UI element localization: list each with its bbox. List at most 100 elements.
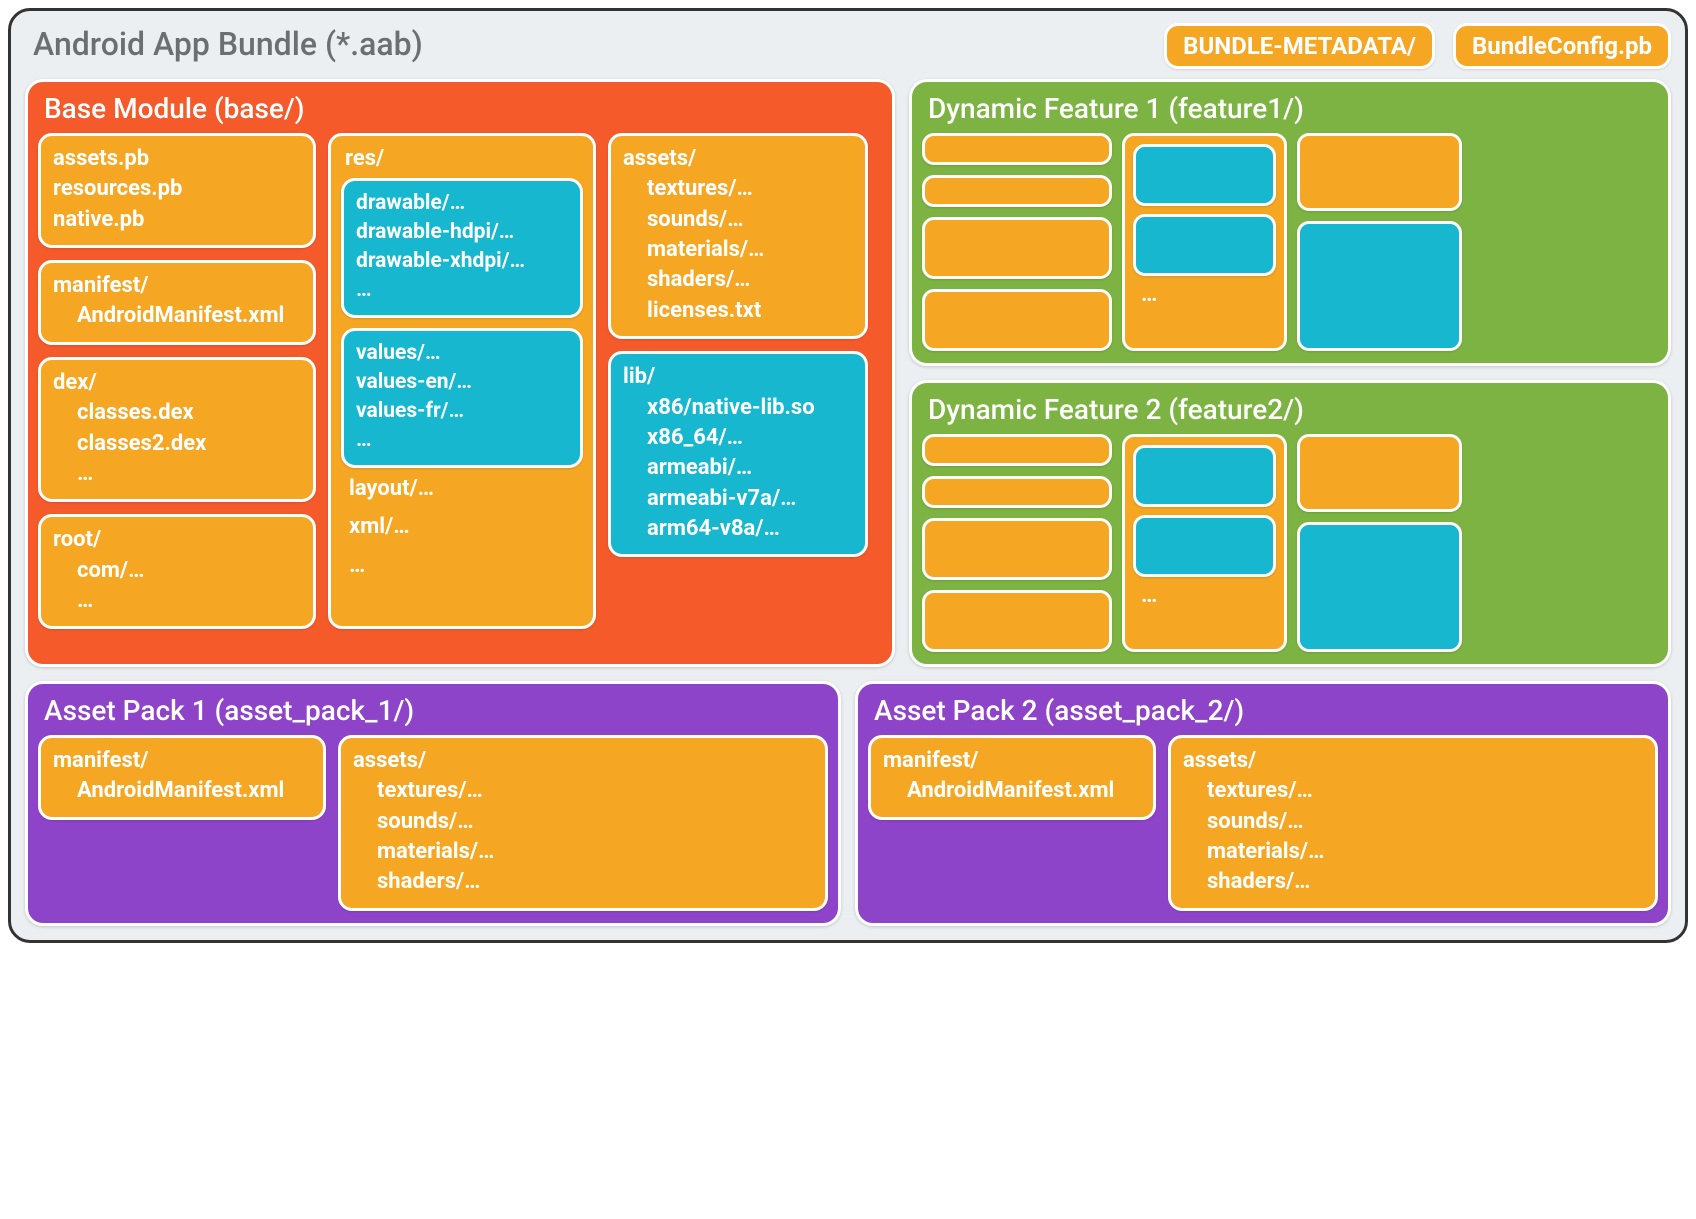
file-label: … (356, 276, 568, 305)
ap-manifest-block: manifest/ AndroidManifest.xml (868, 735, 1156, 820)
mini-block (1133, 445, 1276, 507)
manifest-block: manifest/ AndroidManifest.xml (38, 260, 316, 345)
dir-label: root/ (53, 525, 301, 555)
lib-block: lib/ x86/native-lib.so x86_64/… armeabi/… (608, 351, 868, 557)
header-row: Android App Bundle (*.aab) BUNDLE-METADA… (25, 23, 1671, 69)
dir-label: assets/ (353, 746, 813, 776)
file-label: shaders/… (1183, 867, 1643, 897)
file-label: x86/native-lib.so (623, 393, 853, 423)
dex-block: dex/ classes.dex classes2.dex … (38, 357, 316, 502)
base-module: Base Module (base/) assets.pb resources.… (25, 79, 895, 667)
mini-block (1297, 133, 1462, 211)
file-label: sounds/… (353, 807, 813, 837)
file-label: textures/… (1183, 776, 1643, 806)
container-title: Android App Bundle (*.aab) (25, 23, 1146, 63)
more-label: … (341, 545, 583, 583)
values-block: values/… values-en/… values-fr/… … (341, 328, 583, 468)
base-module-title: Base Module (base/) (38, 90, 882, 133)
file-label: arm64-v8a/… (623, 514, 853, 544)
pb-files-block: assets.pb resources.pb native.pb (38, 133, 316, 248)
asset-pack-2: Asset Pack 2 (asset_pack_2/) manifest/ A… (855, 681, 1671, 926)
feature-stack: Dynamic Feature 1 (feature1/) … (909, 79, 1671, 667)
mini-block (922, 434, 1112, 466)
file-label: drawable-xhdpi/… (356, 247, 568, 276)
file-label: materials/… (353, 837, 813, 867)
dir-label: manifest/ (53, 271, 301, 301)
layout-label: layout/… (341, 468, 583, 506)
xml-label: xml/… (341, 506, 583, 544)
main-row: Base Module (base/) assets.pb resources.… (25, 79, 1671, 667)
feature-title: Dynamic Feature 2 (feature2/) (922, 391, 1658, 434)
mini-block (922, 518, 1112, 580)
file-label: … (53, 459, 301, 489)
file-label: drawable-hdpi/… (356, 218, 568, 247)
mini-block (922, 217, 1112, 279)
file-label: drawable/… (356, 189, 568, 218)
file-label: shaders/… (353, 867, 813, 897)
asset-pack-title: Asset Pack 1 (asset_pack_1/) (38, 692, 828, 735)
dir-label: manifest/ (883, 746, 1141, 776)
file-label: materials/… (1183, 837, 1643, 867)
mini-res-block: … (1122, 133, 1287, 351)
asset-packs-row: Asset Pack 1 (asset_pack_1/) manifest/ A… (25, 681, 1671, 926)
file-label: textures/… (353, 776, 813, 806)
pb-file: native.pb (53, 205, 301, 235)
mini-block (922, 133, 1112, 165)
file-label: values/… (356, 339, 568, 368)
asset-pack-1: Asset Pack 1 (asset_pack_1/) manifest/ A… (25, 681, 841, 926)
file-label: armeabi/… (623, 453, 853, 483)
file-label: licenses.txt (623, 296, 853, 326)
file-label: shaders/… (623, 265, 853, 295)
mini-block (1133, 515, 1276, 577)
file-label: armeabi-v7a/… (623, 484, 853, 514)
file-label: AndroidManifest.xml (883, 776, 1141, 806)
mini-res-block: … (1122, 434, 1287, 652)
file-label: classes2.dex (53, 429, 301, 459)
asset-pack-title: Asset Pack 2 (asset_pack_2/) (868, 692, 1658, 735)
file-label: x86_64/… (623, 423, 853, 453)
file-label: classes.dex (53, 398, 301, 428)
mini-block (1297, 434, 1462, 512)
dir-label: res/ (341, 144, 583, 178)
dynamic-feature-1: Dynamic Feature 1 (feature1/) … (909, 79, 1671, 366)
ellipsis: … (1133, 585, 1276, 607)
file-label: AndroidManifest.xml (53, 301, 301, 331)
file-label: values-fr/… (356, 397, 568, 426)
mini-block (922, 175, 1112, 207)
bundle-metadata-pill: BUNDLE-METADATA/ (1164, 23, 1435, 69)
file-label: materials/… (623, 235, 853, 265)
drawable-block: drawable/… drawable-hdpi/… drawable-xhdp… (341, 178, 583, 318)
ap-assets-block: assets/ textures/… sounds/… materials/… … (1168, 735, 1658, 911)
ap-assets-block: assets/ textures/… sounds/… materials/… … (338, 735, 828, 911)
file-label: sounds/… (1183, 807, 1643, 837)
file-label: textures/… (623, 174, 853, 204)
assets-block: assets/ textures/… sounds/… materials/… … (608, 133, 868, 339)
root-block: root/ com/… … (38, 514, 316, 629)
file-label: sounds/… (623, 205, 853, 235)
pb-file: resources.pb (53, 174, 301, 204)
file-label: com/… (53, 556, 301, 586)
mini-block (1297, 522, 1462, 652)
feature-title: Dynamic Feature 1 (feature1/) (922, 90, 1658, 133)
file-label: values-en/… (356, 368, 568, 397)
file-label: … (356, 426, 568, 455)
file-label: … (53, 586, 301, 616)
file-label: AndroidManifest.xml (53, 776, 311, 806)
dir-label: lib/ (623, 362, 853, 392)
dir-label: assets/ (1183, 746, 1643, 776)
mini-block (922, 289, 1112, 351)
ellipsis: … (1133, 284, 1276, 306)
mini-block (922, 590, 1112, 652)
aab-container: Android App Bundle (*.aab) BUNDLE-METADA… (8, 8, 1688, 943)
dir-label: manifest/ (53, 746, 311, 776)
mini-block (1133, 214, 1276, 276)
res-block: res/ drawable/… drawable-hdpi/… drawable… (328, 133, 596, 629)
bundle-config-pill: BundleConfig.pb (1453, 23, 1671, 69)
dir-label: dex/ (53, 368, 301, 398)
mini-block (1297, 221, 1462, 351)
ap-manifest-block: manifest/ AndroidManifest.xml (38, 735, 326, 820)
dynamic-feature-2: Dynamic Feature 2 (feature2/) … (909, 380, 1671, 667)
mini-block (922, 476, 1112, 508)
pb-file: assets.pb (53, 144, 301, 174)
mini-block (1133, 144, 1276, 206)
